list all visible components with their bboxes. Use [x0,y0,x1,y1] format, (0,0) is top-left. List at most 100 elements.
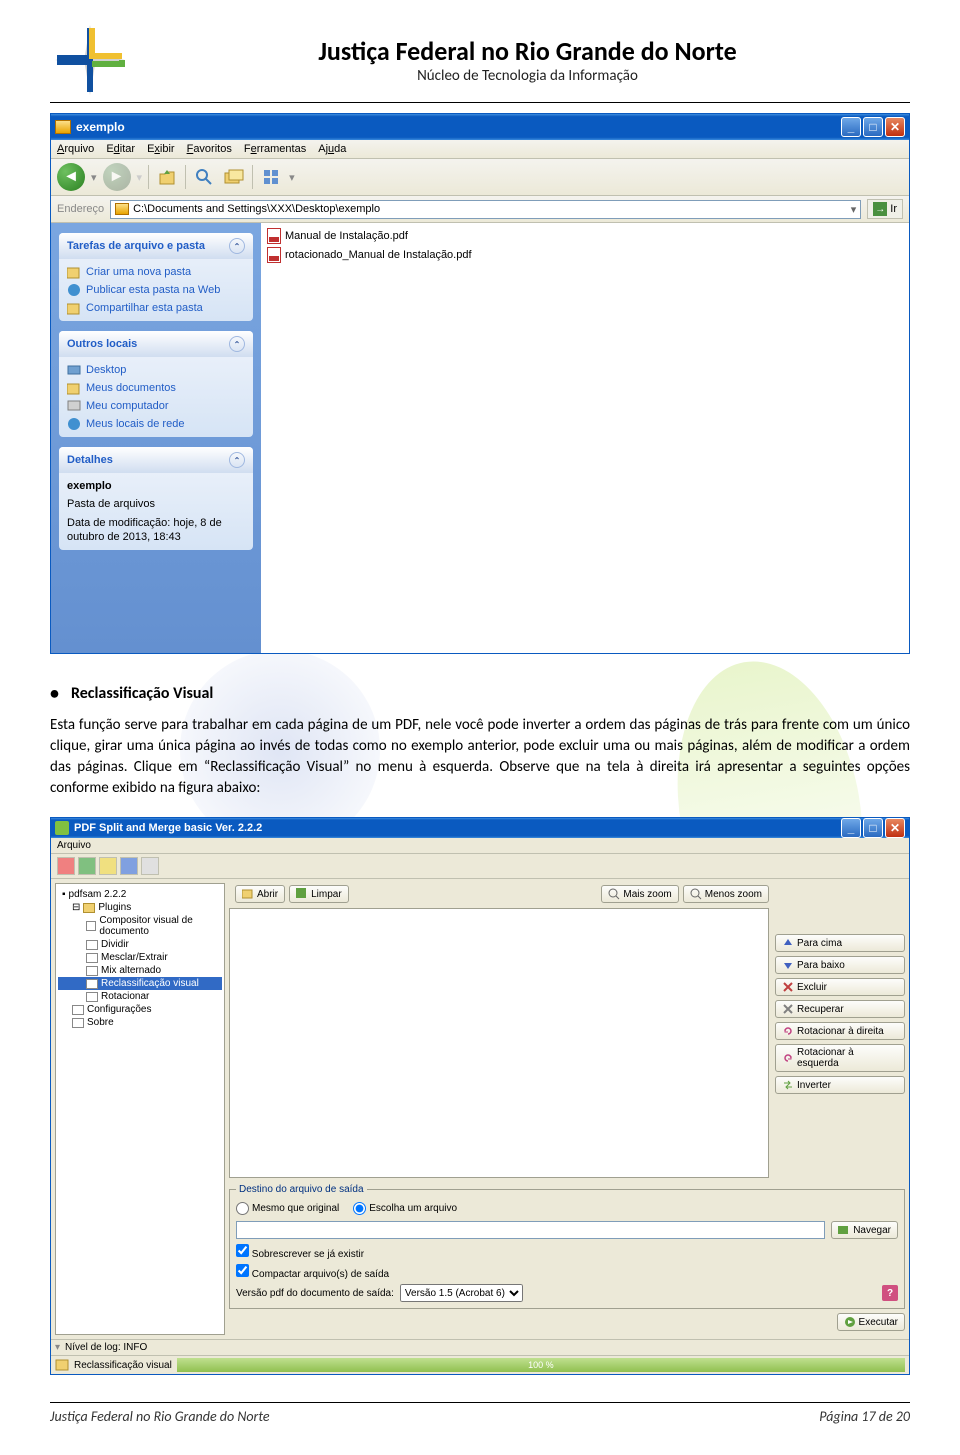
pdf-version-label: Versão pdf do documento de saída: [236,1288,394,1299]
execute-button[interactable]: Executar [837,1313,905,1331]
minimize-button[interactable]: _ [841,117,861,137]
menu-favoritos[interactable]: Favoritos [187,143,232,155]
address-label: Endereço [57,203,104,215]
section-heading: • Reclassificação Visual [50,684,910,703]
tree-about[interactable]: Sobre [58,1016,222,1029]
tree-item-selected[interactable]: Reclassificação visual [58,977,222,990]
go-label: Ir [890,203,897,215]
invert-button[interactable]: Inverter [775,1076,905,1094]
toolbar-btn[interactable] [78,857,96,875]
details-name: exemplo [67,480,112,492]
folder-icon [55,120,71,134]
chk-label: Sobrescrever se já existir [252,1249,364,1260]
recover-button[interactable]: Recuperar [775,1000,905,1018]
back-button[interactable]: ◄ [57,163,85,191]
browse-button[interactable]: Navegar [831,1221,898,1239]
place-label: Meus locais de rede [86,418,184,430]
search-icon[interactable] [192,165,216,189]
open-button[interactable]: Abrir [235,885,285,903]
btn-label: Menos zoom [705,889,762,900]
tree-label: Compositor visual de documento [99,915,222,937]
menu-editar[interactable]: Editar [106,143,135,155]
radio-choose-file[interactable]: Escolha um arquivo [353,1202,457,1215]
menu-arquivo[interactable]: Arquivo [57,840,91,851]
move-up-button[interactable]: Para cima [775,934,905,952]
destination-input[interactable] [236,1221,825,1239]
tree-root[interactable]: ▪pdfsam 2.2.2 [58,888,222,901]
address-value: C:\Documents and Settings\XXX\Desktop\ex… [133,203,380,215]
pdfsam-menubar: Arquivo [51,838,909,854]
address-field[interactable]: C:\Documents and Settings\XXX\Desktop\ex… [110,200,861,219]
clear-button[interactable]: Limpar [289,885,349,903]
task-new-folder[interactable]: Criar uma nova pasta [67,265,245,279]
rotate-right-button[interactable]: Rotacionar à direita [775,1022,905,1040]
tree-item[interactable]: Rotacionar [58,990,222,1003]
tree-plugins[interactable]: ⊟Plugins [58,901,222,914]
up-folder-icon[interactable] [155,165,179,189]
collapse-icon[interactable]: ⌃ [229,238,245,254]
delete-button[interactable]: Excluir [775,978,905,996]
back-dropdown[interactable]: ▾ [91,171,97,184]
tree-item[interactable]: Compositor visual de documento [58,914,222,938]
logo-icon [50,20,130,100]
toolbar-btn[interactable] [99,857,117,875]
go-button[interactable]: → Ir [867,199,903,219]
log-level: Nível de log: INFO [65,1342,147,1353]
tree-config[interactable]: Configurações [58,1003,222,1016]
toolbar-btn[interactable] [141,857,159,875]
place-network[interactable]: Meus locais de rede [67,417,245,431]
address-dropdown-icon[interactable]: ▾ [851,203,857,216]
radio-label: Escolha um arquivo [369,1203,457,1214]
folders-icon[interactable] [222,165,246,189]
help-icon[interactable]: ? [882,1285,898,1301]
zoom-in-button[interactable]: Mais zoom [601,885,678,903]
collapse-icon[interactable]: ⌃ [229,452,245,468]
doc-icon [86,953,98,963]
footer-right: Página 17 de 20 [819,1408,910,1425]
details-modified: Data de modificação: hoje, 8 de outubro … [67,516,245,545]
maximize-button[interactable]: □ [863,117,883,137]
close-button[interactable]: ✕ [885,117,905,137]
checkbox-overwrite[interactable]: Sobrescrever se já existir [236,1244,364,1260]
tree-item[interactable]: Mix alternado [58,964,222,977]
destination-group: Destino do arquivo de saída Mesmo que or… [229,1184,905,1309]
tasks-panel: Tarefas de arquivo e pasta ⌃ Criar uma n… [59,233,253,321]
pdfsam-toolbar [51,854,909,879]
btn-label: Mais zoom [623,889,671,900]
place-desktop[interactable]: Desktop [67,363,245,377]
zoom-out-button[interactable]: Menos zoom [683,885,769,903]
menu-arquivo[interactable]: Arquivo [57,143,94,155]
menu-ferramentas[interactable]: Ferramentas [244,143,306,155]
views-icon[interactable] [259,165,283,189]
pdf-version-select[interactable]: Versão 1.5 (Acrobat 6) [400,1284,523,1302]
file-item[interactable]: Manual de Instalação.pdf [265,227,905,245]
tree-item[interactable]: Dividir [58,938,222,951]
btn-label: Rotacionar à esquerda [797,1047,898,1069]
minimize-button[interactable]: _ [841,818,861,838]
details-panel: Detalhes ⌃ exemplo Pasta de arquivos Dat… [59,447,253,550]
menu-exibir[interactable]: Exibir [147,143,175,155]
task-publish-web[interactable]: Publicar esta pasta na Web [67,283,245,297]
close-button[interactable]: ✕ [885,818,905,838]
place-label: Desktop [86,364,126,376]
radio-same-as-original[interactable]: Mesmo que original [236,1202,339,1215]
move-down-button[interactable]: Para baixo [775,956,905,974]
btn-label: Inverter [797,1080,831,1091]
place-computer[interactable]: Meu computador [67,399,245,413]
toolbar-btn[interactable] [120,857,138,875]
maximize-button[interactable]: □ [863,818,883,838]
file-item[interactable]: rotacionado_Manual de Instalação.pdf [265,246,905,264]
preview-area[interactable] [229,908,769,1178]
views-dropdown[interactable]: ▾ [289,171,295,184]
checkbox-compress[interactable]: Compactar arquivo(s) de saída [236,1264,389,1280]
rotate-left-button[interactable]: Rotacionar à esquerda [775,1044,905,1072]
collapse-icon[interactable]: ⌃ [229,336,245,352]
folder-icon [115,203,129,215]
task-share-folder[interactable]: Compartilhar esta pasta [67,301,245,315]
place-documents[interactable]: Meus documentos [67,381,245,395]
tree-item[interactable]: Mesclar/Extrair [58,951,222,964]
menu-ajuda[interactable]: Ajuda [318,143,346,155]
toolbar-btn[interactable] [57,857,75,875]
file-list-area[interactable]: Manual de Instalação.pdf rotacionado_Man… [261,223,909,653]
tree-label: pdfsam 2.2.2 [69,889,127,900]
